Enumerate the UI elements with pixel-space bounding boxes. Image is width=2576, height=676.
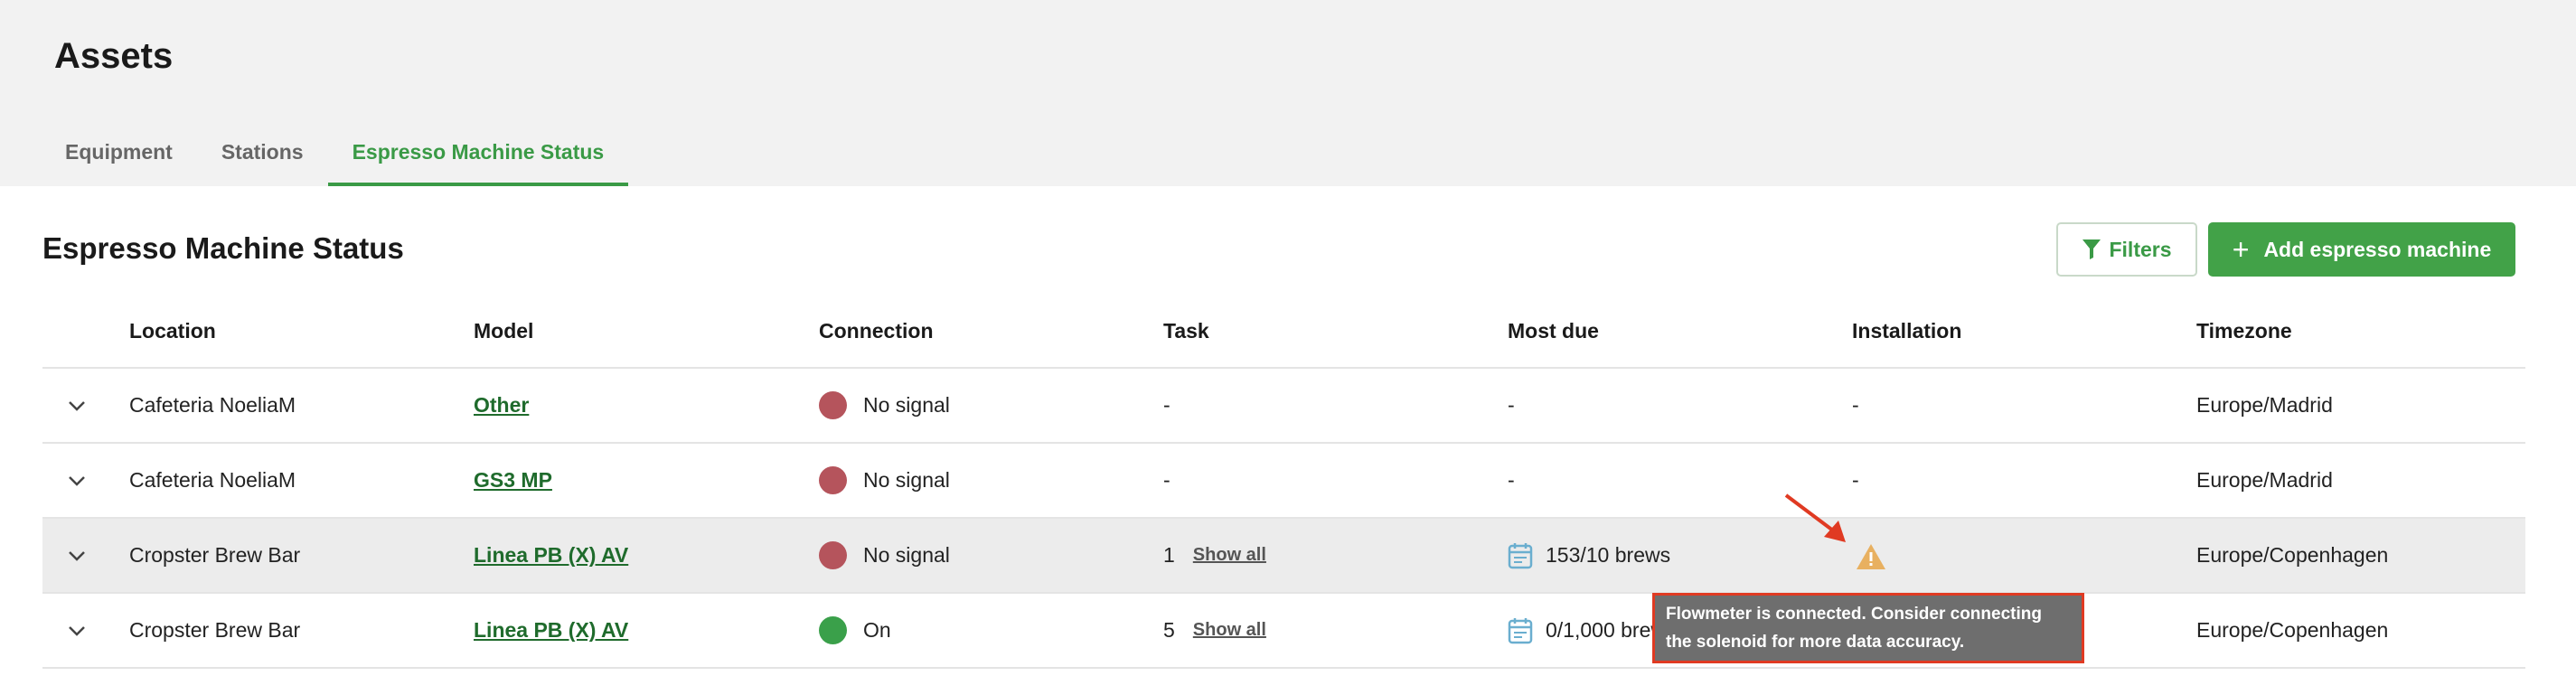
task-count: 1 (1163, 543, 1175, 567)
column-header-installation: Installation (1852, 318, 1962, 343)
tab-bar: Equipment Stations Espresso Machine Stat… (41, 134, 629, 186)
page-header: Assets Equipment Stations Espresso Machi… (0, 0, 2576, 186)
connection-cell: On (819, 594, 891, 667)
model-link[interactable]: Linea PB (X) AV (474, 618, 628, 643)
filters-button[interactable]: Filters (2056, 222, 2197, 277)
connection-label: No signal (863, 543, 950, 567)
location-cell: Cropster Brew Bar (129, 543, 301, 567)
table-row[interactable]: Cropster Brew Bar Linea PB (X) AV On 5 S… (42, 594, 2525, 669)
filters-button-label: Filters (2109, 237, 2172, 261)
table-header: Location Model Connection Task Most due … (42, 295, 2525, 369)
show-all-link[interactable]: Show all (1193, 545, 1266, 566)
timezone-cell: Europe/Copenhagen (2196, 618, 2389, 642)
connection-cell: No signal (819, 519, 950, 592)
annotation-arrow (1784, 493, 1846, 542)
connection-label: No signal (863, 468, 950, 492)
tab-espresso-machine-status[interactable]: Espresso Machine Status (327, 134, 629, 186)
installation-cell: - (1852, 468, 1859, 492)
model-link[interactable]: Linea PB (X) AV (474, 543, 628, 568)
tooltip-line-2: the solenoid for more data accuracy. (1666, 633, 1965, 652)
most-due-cell: - (1508, 468, 1515, 492)
tooltip-line-1: Flowmeter is connected. Consider connect… (1666, 605, 2042, 624)
chevron-down-icon[interactable] (68, 594, 86, 667)
status-dot-icon (819, 541, 847, 569)
most-due-cell: 0/1,000 brews (1508, 594, 1676, 667)
task-cell: 1 Show all (1163, 519, 1266, 592)
task-cell: - (1163, 393, 1170, 417)
column-header-location: Location (129, 318, 216, 343)
connection-label: No signal (863, 393, 950, 417)
chevron-down-icon[interactable] (68, 519, 86, 592)
column-header-timezone: Timezone (2196, 318, 2292, 343)
status-dot-icon (819, 391, 847, 419)
plus-icon: + (2232, 233, 2250, 266)
filter-icon (2082, 239, 2101, 260)
show-all-link[interactable]: Show all (1193, 620, 1266, 641)
warning-triangle-icon[interactable] (1855, 542, 1887, 576)
tab-equipment[interactable]: Equipment (41, 134, 197, 186)
tab-stations[interactable]: Stations (197, 134, 328, 186)
calendar-icon (1508, 542, 1533, 569)
status-dot-icon (819, 466, 847, 494)
chevron-down-icon[interactable] (68, 444, 86, 517)
espresso-machine-table: Location Model Connection Task Most due … (42, 295, 2525, 669)
location-cell: Cafeteria NoeliaM (129, 468, 296, 492)
page-title: Assets (54, 36, 174, 76)
chevron-down-icon[interactable] (68, 369, 86, 442)
column-header-task: Task (1163, 318, 1209, 343)
table-row[interactable]: Cropster Brew Bar Linea PB (X) AV No sig… (42, 519, 2525, 594)
installation-tooltip: Flowmeter is connected. Consider connect… (1652, 593, 2084, 663)
installation-cell: - (1852, 393, 1859, 417)
add-espresso-machine-button[interactable]: + Add espresso machine (2208, 222, 2515, 277)
connection-cell: No signal (819, 444, 950, 517)
task-count: 5 (1163, 618, 1175, 642)
location-cell: Cropster Brew Bar (129, 618, 301, 642)
most-due-cell: 153/10 brews (1508, 519, 1670, 592)
model-link[interactable]: Other (474, 393, 529, 418)
column-header-connection: Connection (819, 318, 934, 343)
connection-label: On (863, 618, 891, 642)
timezone-cell: Europe/Copenhagen (2196, 543, 2389, 567)
timezone-cell: Europe/Madrid (2196, 468, 2333, 492)
most-due-cell: - (1508, 393, 1515, 417)
connection-cell: No signal (819, 369, 950, 442)
task-cell: 5 Show all (1163, 594, 1266, 667)
model-link[interactable]: GS3 MP (474, 468, 552, 493)
task-cell: - (1163, 468, 1170, 492)
table-row[interactable]: Cafeteria NoeliaM Other No signal - - - … (42, 369, 2525, 444)
table-row[interactable]: Cafeteria NoeliaM GS3 MP No signal - - -… (42, 444, 2525, 519)
calendar-icon (1508, 617, 1533, 644)
column-header-most-due: Most due (1508, 318, 1599, 343)
column-header-model: Model (474, 318, 534, 343)
section-title: Espresso Machine Status (42, 231, 404, 265)
status-dot-icon (819, 616, 847, 644)
location-cell: Cafeteria NoeliaM (129, 393, 296, 417)
add-espresso-machine-label: Add espresso machine (2263, 237, 2492, 261)
most-due-value: 153/10 brews (1546, 543, 1671, 567)
timezone-cell: Europe/Madrid (2196, 393, 2333, 417)
